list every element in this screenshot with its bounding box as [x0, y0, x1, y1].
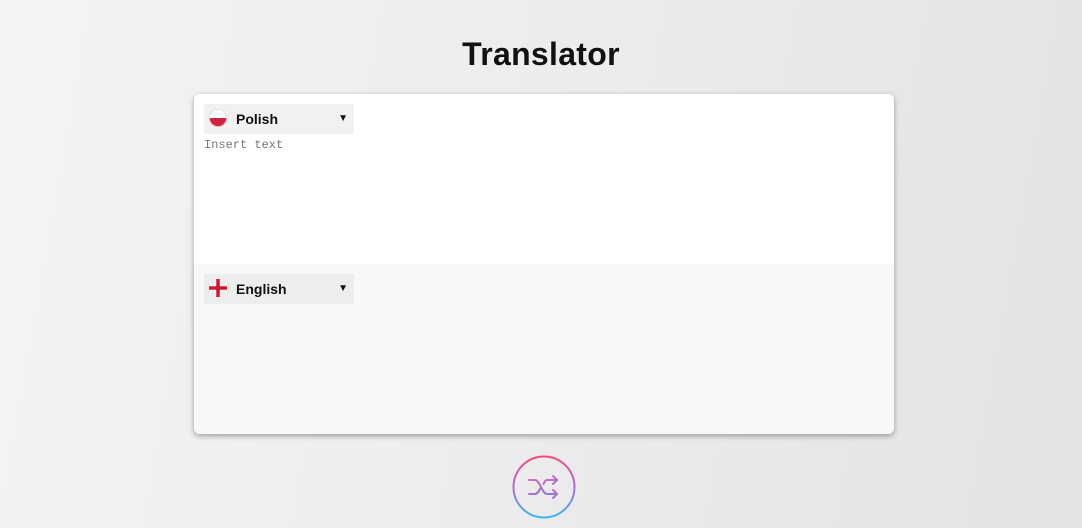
target-language-label: English — [236, 281, 287, 297]
swap-languages-button[interactable] — [512, 455, 576, 519]
translation-output — [204, 308, 884, 424]
translator-card: Polish ▼ English ▼ — [194, 94, 894, 434]
source-language-label: Polish — [236, 111, 279, 127]
england-flag-icon — [209, 279, 227, 297]
target-language-select[interactable]: English ▼ — [204, 274, 354, 304]
chevron-down-icon: ▼ — [338, 283, 348, 294]
page-title: Translator — [462, 36, 620, 72]
target-pane: English ▼ — [194, 264, 894, 434]
source-language-select[interactable]: Polish ▼ — [204, 104, 354, 134]
source-text-input[interactable] — [204, 138, 884, 254]
poland-flag-icon — [209, 109, 227, 127]
source-pane: Polish ▼ — [194, 94, 894, 264]
chevron-down-icon: ▼ — [338, 113, 348, 124]
shuffle-icon — [512, 455, 576, 519]
